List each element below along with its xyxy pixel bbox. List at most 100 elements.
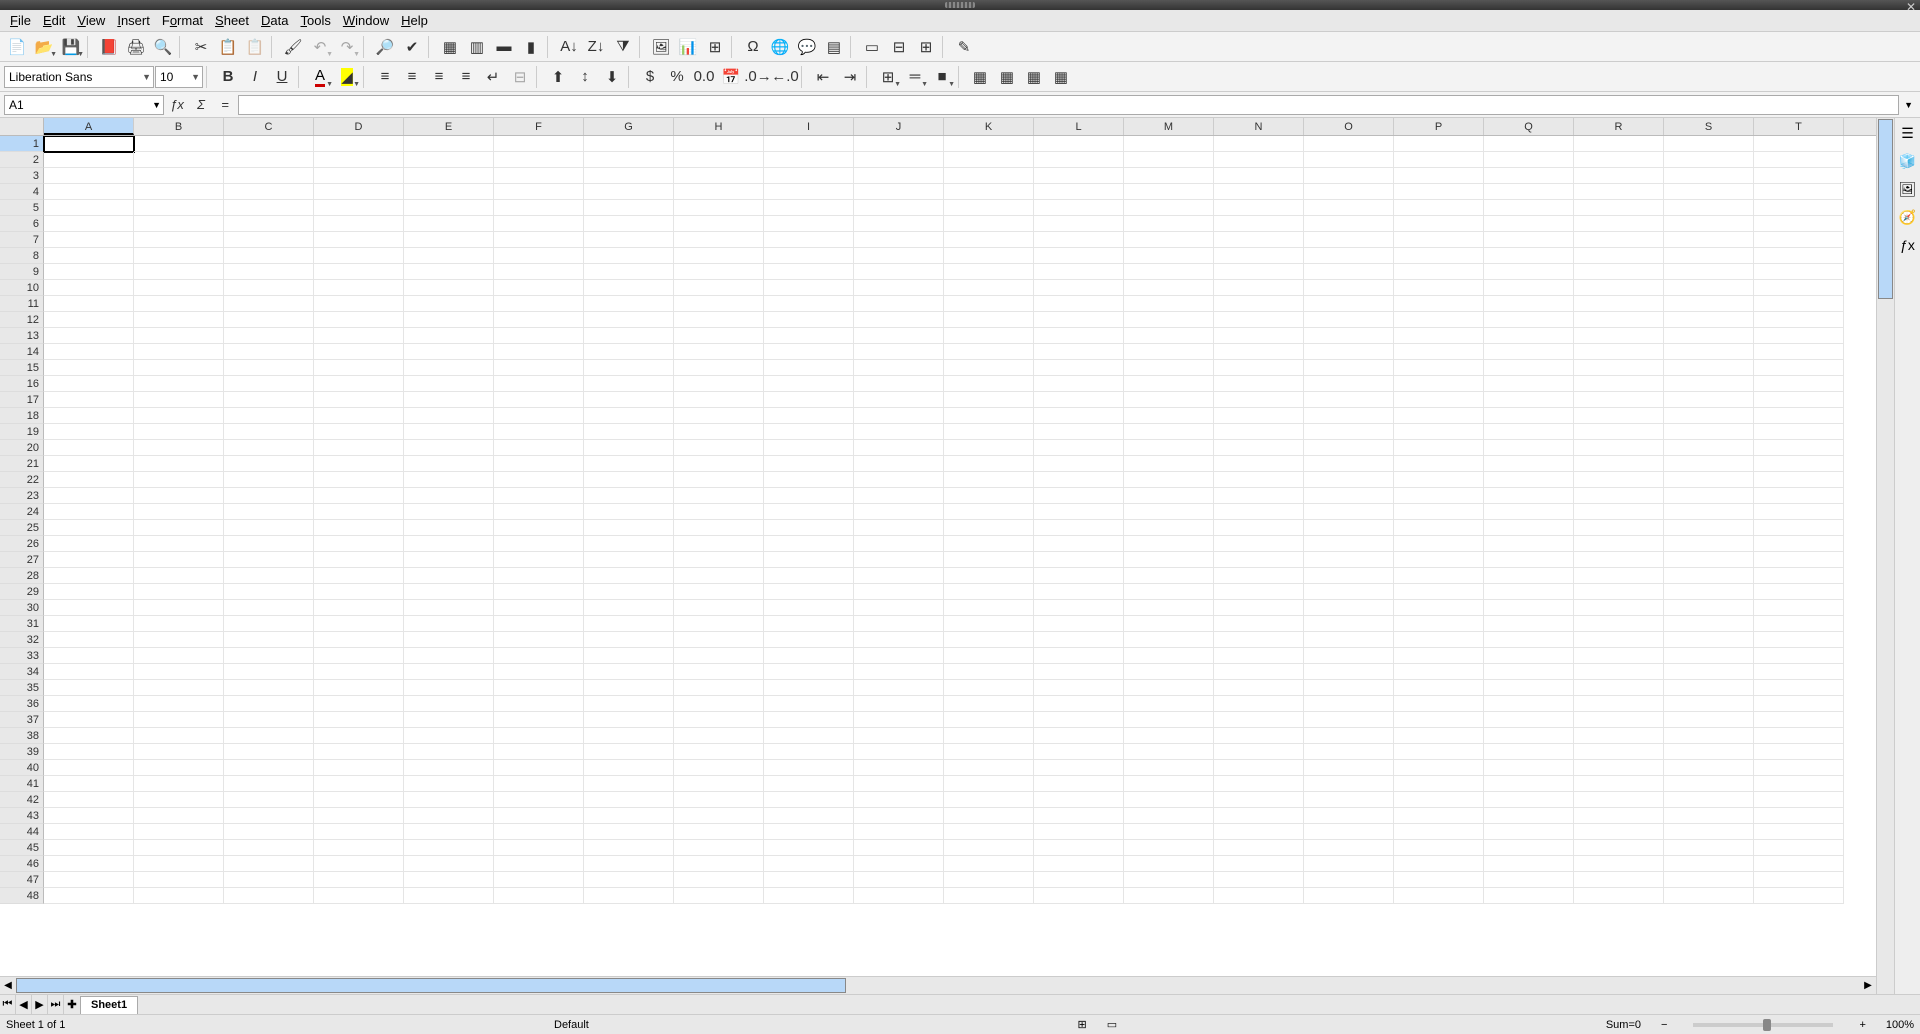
cell[interactable]	[854, 824, 944, 840]
cell[interactable]	[1394, 568, 1484, 584]
align-top-icon[interactable]: ⬆	[545, 64, 571, 90]
row-header[interactable]: 13	[0, 328, 44, 344]
cell[interactable]	[1664, 856, 1754, 872]
cell[interactable]	[674, 696, 764, 712]
cell[interactable]	[134, 824, 224, 840]
zoom-out-icon[interactable]: −	[1661, 1019, 1667, 1031]
cell[interactable]	[1574, 264, 1664, 280]
cell[interactable]	[1034, 392, 1124, 408]
cell[interactable]	[1394, 504, 1484, 520]
column-header[interactable]: O	[1304, 118, 1394, 135]
cell[interactable]	[404, 344, 494, 360]
cell[interactable]	[944, 744, 1034, 760]
sum-icon[interactable]: Σ	[190, 95, 212, 115]
cell[interactable]	[134, 600, 224, 616]
cell[interactable]	[404, 712, 494, 728]
italic-icon[interactable]: I	[242, 64, 268, 90]
cell[interactable]	[1484, 616, 1574, 632]
cell[interactable]	[224, 616, 314, 632]
cell[interactable]	[494, 552, 584, 568]
cell[interactable]	[224, 440, 314, 456]
cell[interactable]	[764, 728, 854, 744]
cell[interactable]	[1754, 200, 1844, 216]
add-decimal-icon[interactable]: .0→	[745, 64, 771, 90]
cell[interactable]	[1304, 696, 1394, 712]
cell[interactable]	[584, 152, 674, 168]
cell[interactable]	[1574, 712, 1664, 728]
cell[interactable]	[854, 408, 944, 424]
cell[interactable]	[584, 552, 674, 568]
cell[interactable]	[44, 152, 134, 168]
cell[interactable]	[944, 536, 1034, 552]
cell[interactable]	[134, 616, 224, 632]
borders-icon[interactable]: ⊞▼	[875, 64, 901, 90]
cell[interactable]	[1214, 296, 1304, 312]
cell[interactable]	[1574, 248, 1664, 264]
cell[interactable]	[1664, 584, 1754, 600]
cell[interactable]	[224, 712, 314, 728]
menu-window[interactable]: Window	[337, 11, 395, 30]
cell[interactable]	[1574, 824, 1664, 840]
cell[interactable]	[134, 408, 224, 424]
cell[interactable]	[1754, 760, 1844, 776]
cell[interactable]	[1214, 136, 1304, 152]
cell[interactable]	[1124, 840, 1214, 856]
cell[interactable]	[764, 760, 854, 776]
row-header[interactable]: 24	[0, 504, 44, 520]
next-sheet-icon[interactable]: ▶	[32, 995, 48, 1014]
row-header[interactable]: 3	[0, 168, 44, 184]
cell[interactable]	[44, 312, 134, 328]
cell[interactable]	[44, 232, 134, 248]
cell[interactable]	[944, 472, 1034, 488]
cell[interactable]	[674, 312, 764, 328]
cell[interactable]	[1574, 152, 1664, 168]
align-vcenter-icon[interactable]: ↕	[572, 64, 598, 90]
cell[interactable]	[854, 712, 944, 728]
cell[interactable]	[1034, 424, 1124, 440]
cell[interactable]	[764, 888, 854, 904]
bold-icon[interactable]: B	[215, 64, 241, 90]
cell[interactable]	[494, 760, 584, 776]
cell[interactable]	[1664, 280, 1754, 296]
cell[interactable]	[44, 376, 134, 392]
cell[interactable]	[764, 424, 854, 440]
cell[interactable]	[1124, 664, 1214, 680]
cell[interactable]	[1664, 552, 1754, 568]
cell[interactable]	[1574, 440, 1664, 456]
cell[interactable]	[1754, 344, 1844, 360]
cell[interactable]	[44, 584, 134, 600]
cell[interactable]	[134, 648, 224, 664]
cell[interactable]	[764, 344, 854, 360]
cell[interactable]	[44, 264, 134, 280]
cell[interactable]	[134, 872, 224, 888]
cell[interactable]	[134, 696, 224, 712]
cell[interactable]	[494, 712, 584, 728]
headers-footers-icon[interactable]: ▤	[821, 34, 847, 60]
cell[interactable]	[584, 424, 674, 440]
cell[interactable]	[764, 392, 854, 408]
cell[interactable]	[674, 296, 764, 312]
row-header[interactable]: 18	[0, 408, 44, 424]
cell[interactable]	[854, 568, 944, 584]
cell[interactable]	[584, 696, 674, 712]
cell[interactable]	[1304, 312, 1394, 328]
cell[interactable]	[314, 248, 404, 264]
cell[interactable]	[404, 424, 494, 440]
cell[interactable]	[674, 136, 764, 152]
cell[interactable]	[404, 296, 494, 312]
cell[interactable]	[314, 504, 404, 520]
cell[interactable]	[44, 648, 134, 664]
cell[interactable]	[1304, 536, 1394, 552]
cell[interactable]	[1754, 280, 1844, 296]
print-preview-icon[interactable]: 🔍	[150, 34, 176, 60]
cell[interactable]	[1124, 408, 1214, 424]
cell[interactable]	[224, 424, 314, 440]
cell[interactable]	[224, 472, 314, 488]
cell[interactable]	[404, 728, 494, 744]
cell[interactable]	[1034, 648, 1124, 664]
cell[interactable]	[314, 440, 404, 456]
cell[interactable]	[674, 808, 764, 824]
cell[interactable]	[44, 280, 134, 296]
cell[interactable]	[944, 424, 1034, 440]
insert-columns-icon[interactable]: ▥	[464, 34, 490, 60]
